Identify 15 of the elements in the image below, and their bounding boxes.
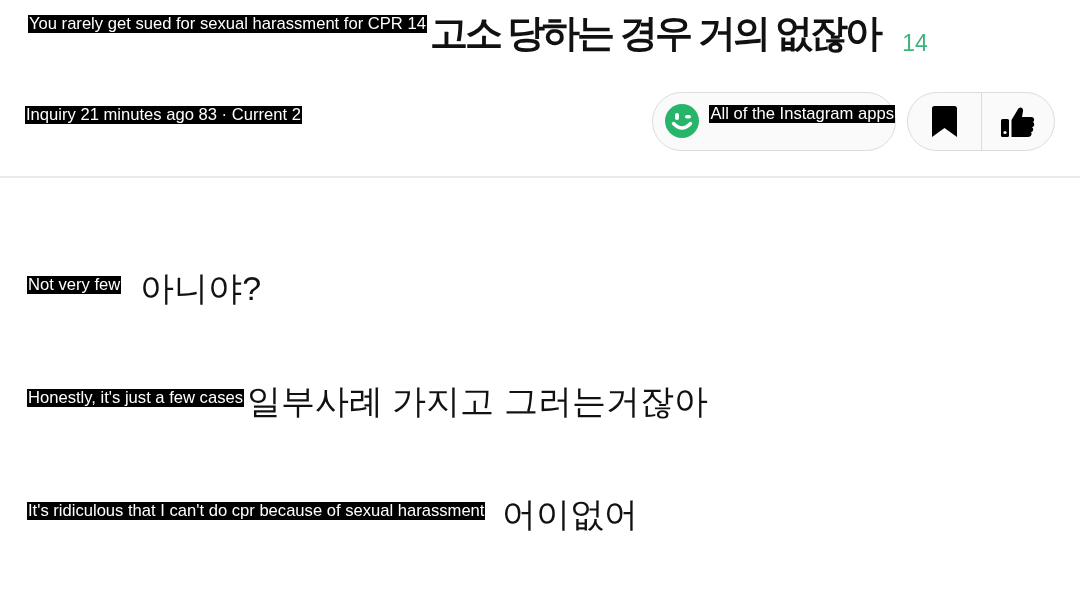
thumbs-up-icon bbox=[1001, 106, 1035, 137]
post-title: 고소 당하는 경우 거의 없잖아 bbox=[429, 12, 881, 54]
body-text: 일부사례 가지고 그러는거잖아 bbox=[247, 381, 708, 421]
translation-overlay: Honestly, it's just a few cases bbox=[27, 389, 244, 407]
translation-overlay: It's ridiculous that I can't do cpr because of sexual harassment bbox=[27, 502, 486, 520]
translation-overlay: Not very few bbox=[27, 276, 122, 294]
smiley-button[interactable]: All of the Instagram apps bbox=[652, 92, 896, 151]
comment-count: 14 bbox=[902, 31, 928, 55]
smiley-icon bbox=[665, 104, 700, 138]
translation-overlay: Inquiry 21 minutes ago 83 · Current 2 bbox=[25, 106, 302, 124]
bookmark-icon bbox=[932, 106, 957, 137]
translation-overlay: You rarely get sued for sexual harassment for CPR 14 bbox=[28, 15, 427, 33]
translation-overlay: All of the Instagram apps bbox=[709, 105, 895, 123]
body-text: 어이없어 bbox=[502, 494, 639, 534]
body-text: 아니야? bbox=[140, 268, 262, 308]
